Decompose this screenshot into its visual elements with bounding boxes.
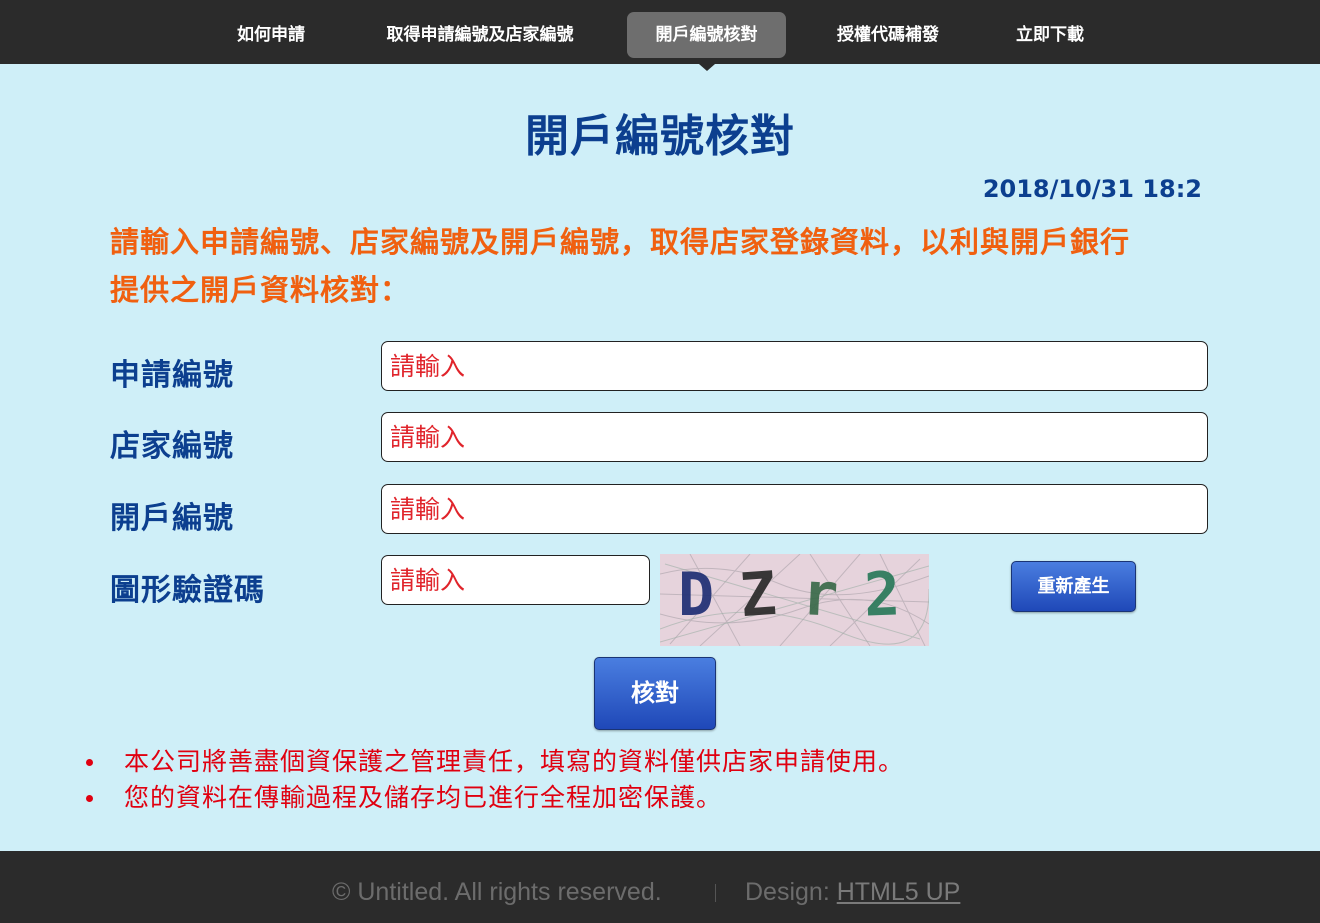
active-nav-caret-icon [699,64,715,71]
nav-item-how-to-apply[interactable]: 如何申請 [222,12,320,58]
nav-item-auth-code-reissue[interactable]: 授權代碼補發 [820,12,956,58]
nav-item-account-verification[interactable]: 開戶編號核對 [627,12,786,58]
verify-submit-button[interactable]: 核對 [594,657,716,730]
page-title: 開戶編號核對 [525,111,795,162]
footer-design: Design: HTML5 UP [745,878,960,907]
instruction-line: 請輸入申請編號、店家編號及開戶編號，取得店家登錄資料，以利與開戶銀行 [110,225,1131,259]
instruction-line: 提供之開戶資料核對： [110,273,411,307]
nav-item-get-application-number[interactable]: 取得申請編號及店家編號 [364,12,596,58]
bullet-icon [86,759,93,766]
bullet-icon [86,795,93,802]
regenerate-captcha-button[interactable]: 重新產生 [1011,561,1136,612]
account-number-input[interactable] [381,484,1208,534]
note-text: 您的資料在傳輸過程及儲存均已進行全程加密保護。 [124,783,723,812]
captcha-glyph: 2 [862,559,902,631]
application-number-label: 申請編號 [110,358,234,393]
note-item: 本公司將善盡個資保護之管理責任，填寫的資料僅供店家申請使用。 [80,744,904,780]
top-nav-bar: 如何申請 取得申請編號及店家編號 開戶編號核對 授權代碼補發 立即下載 [0,0,1320,64]
note-item: 您的資料在傳輸過程及儲存均已進行全程加密保護。 [80,780,904,816]
privacy-notes: 本公司將善盡個資保護之管理責任，填寫的資料僅供店家申請使用。 您的資料在傳輸過程… [80,744,904,816]
captcha-glyph: r [800,559,840,631]
nav-item-download[interactable]: 立即下載 [1000,12,1100,58]
captcha-label: 圖形驗證碼 [110,573,265,608]
instruction-text: 請輸入申請編號、店家編號及開戶編號，取得店家登錄資料，以利與開戶銀行 提供之開戶… [110,218,1210,314]
captcha-glyph: Z [737,558,779,632]
captcha-image: DZr2 [660,554,929,646]
footer-design-link[interactable]: HTML5 UP [837,878,961,906]
footer-divider [715,884,716,902]
footer-design-label: Design: [745,878,830,906]
store-number-label: 店家編號 [110,429,234,464]
timestamp: 2018/10/31 18:2 [982,175,1202,203]
store-number-input[interactable] [381,412,1208,462]
application-number-input[interactable] [381,341,1208,391]
note-text: 本公司將善盡個資保護之管理責任，填寫的資料僅供店家申請使用。 [124,747,905,776]
captcha-input[interactable] [381,555,650,605]
captcha-glyph: D [678,560,715,630]
footer-copyright: © Untitled. All rights reserved. [332,878,662,906]
captcha-glyphs: DZr2 [660,554,929,646]
account-number-label: 開戶編號 [110,501,234,536]
